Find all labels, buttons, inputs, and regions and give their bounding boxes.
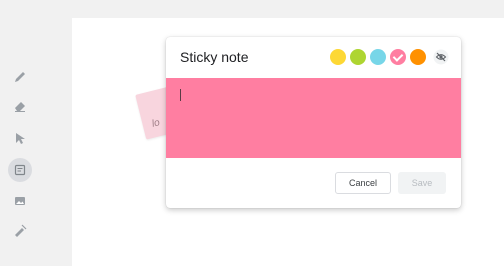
- image-tool-button[interactable]: [9, 190, 31, 212]
- color-swatch-orange[interactable]: [410, 49, 426, 65]
- sticky-note-tool-button[interactable]: [8, 158, 32, 182]
- dialog-title: Sticky note: [180, 49, 249, 65]
- visibility-off-icon[interactable]: [433, 49, 449, 65]
- save-button[interactable]: Save: [398, 172, 446, 194]
- sticky-note-dialog: Sticky note Cancel Save: [166, 37, 461, 208]
- left-toolbar: [0, 0, 40, 266]
- image-icon: [15, 197, 25, 205]
- eraser-icon: [15, 102, 25, 112]
- color-swatch-green[interactable]: [350, 49, 366, 65]
- cancel-button[interactable]: Cancel: [335, 172, 391, 194]
- color-swatch-cyan[interactable]: [370, 49, 386, 65]
- dialog-footer: Cancel Save: [166, 158, 461, 208]
- color-swatch-yellow[interactable]: [330, 49, 346, 65]
- eraser-tool-button[interactable]: [9, 95, 31, 117]
- note-text-area[interactable]: [166, 78, 461, 158]
- text-cursor: [180, 89, 181, 101]
- pen-icon: [15, 72, 25, 82]
- pointer-icon: [16, 133, 25, 144]
- laser-icon: [15, 224, 27, 237]
- dialog-header: Sticky note: [166, 37, 461, 78]
- laser-tool-button[interactable]: [9, 220, 31, 242]
- sticky-note-icon: [14, 164, 26, 176]
- pen-tool-button[interactable]: [9, 66, 31, 88]
- select-tool-button[interactable]: [9, 127, 31, 149]
- color-swatch-pink[interactable]: [390, 49, 406, 65]
